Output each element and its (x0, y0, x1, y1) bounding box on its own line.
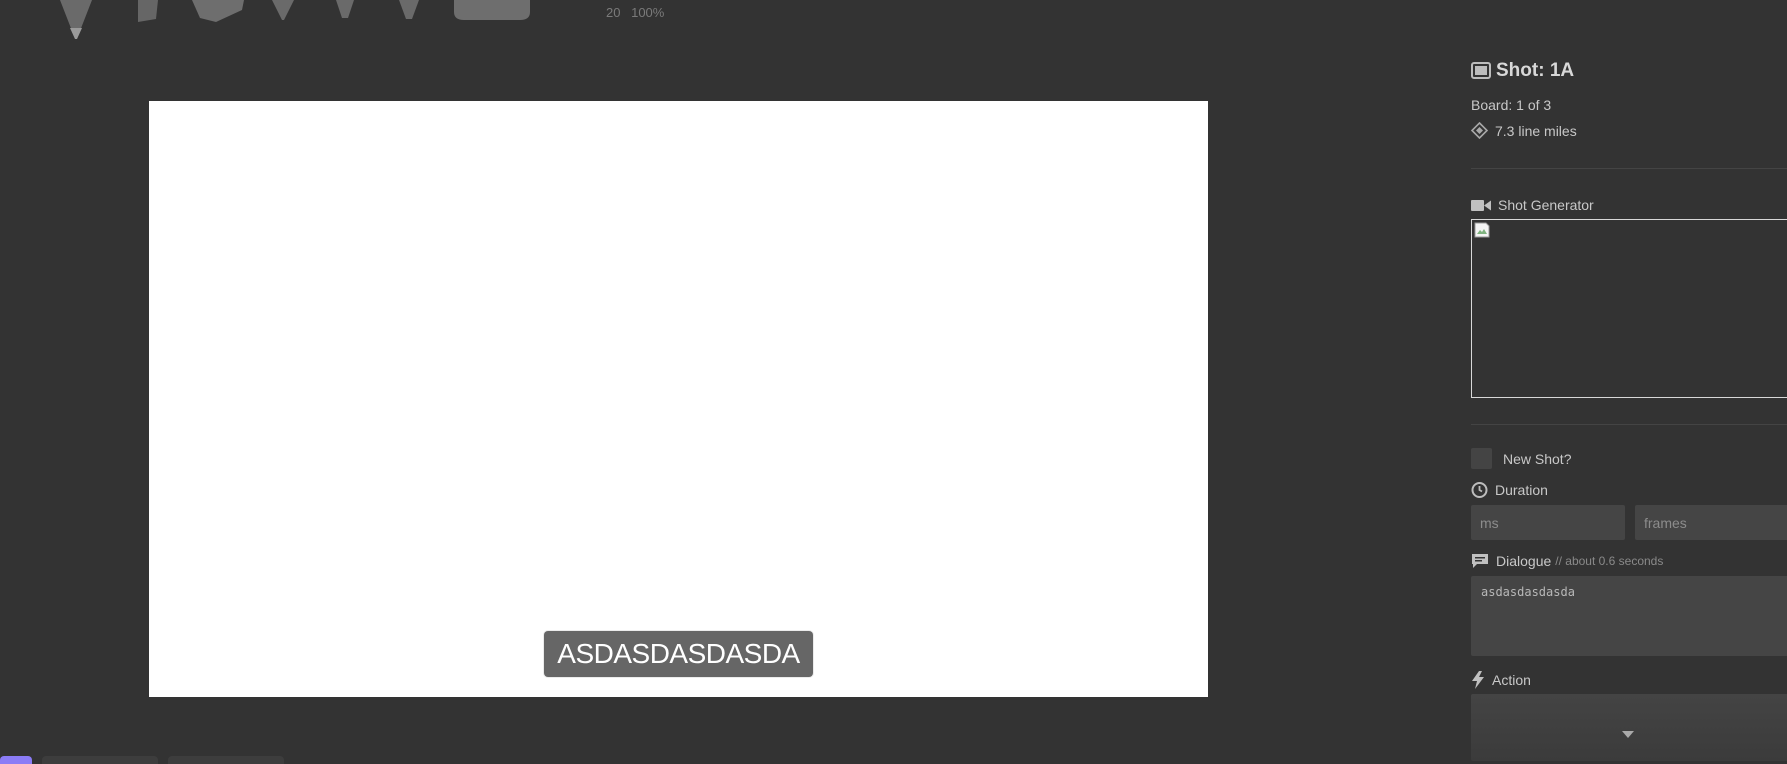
clock-icon (1471, 482, 1488, 498)
shot-generator-label-text: Shot Generator (1498, 197, 1594, 213)
divider (1471, 424, 1787, 425)
new-shot-label: New Shot? (1503, 450, 1572, 467)
duration-ms-input[interactable] (1471, 505, 1625, 540)
tab[interactable] (168, 756, 284, 764)
new-shot-checkbox[interactable] (1471, 448, 1492, 469)
divider (1471, 168, 1787, 169)
diamond-icon (1471, 122, 1488, 139)
board-counter: Board: 1 of 3 (1471, 97, 1552, 113)
video-camera-icon (1471, 199, 1491, 211)
monitor-icon (1471, 62, 1491, 79)
pen-tool-icon[interactable] (268, 0, 298, 24)
brush-tool-icon[interactable] (333, 0, 357, 24)
speech-bubble-icon (1472, 554, 1488, 568)
dialogue-duration-hint: // about 0.6 seconds (1555, 554, 1664, 568)
dialogue-input[interactable]: asdasdasdasda (1471, 576, 1787, 656)
brush-size[interactable]: 20 (606, 5, 620, 20)
dialogue-label: Dialogue // about 0.6 seconds (1471, 553, 1663, 569)
fine-brush-tool-icon[interactable] (396, 0, 422, 24)
shot-title: Shot: 1A (1471, 60, 1574, 82)
action-label: Action (1471, 671, 1531, 689)
shot-generator-preview[interactable] (1471, 219, 1787, 398)
tab[interactable] (42, 756, 158, 764)
action-input[interactable] (1471, 694, 1787, 761)
chisel-tool-icon[interactable] (190, 0, 246, 24)
shot-title-text: Shot: 1A (1496, 60, 1575, 81)
shot-generator-label: Shot Generator (1471, 197, 1594, 213)
line-miles-text: 7.3 line miles (1495, 122, 1577, 139)
pencil-tool-icon[interactable] (58, 0, 94, 42)
shot-panel: Shot: 1A Board: 1 of 3 7.3 line miles Sh… (1471, 0, 1787, 761)
lightning-icon (1472, 671, 1484, 689)
duration-frames-input[interactable] (1635, 505, 1787, 540)
broken-image-icon (1474, 222, 1490, 238)
brush-info: 20 100% (606, 5, 671, 20)
duration-label: Duration (1471, 481, 1548, 498)
duration-label-text: Duration (1495, 481, 1548, 498)
brush-opacity[interactable]: 100% (631, 5, 664, 20)
dialogue-caption: ASDASDASDASDA (544, 631, 813, 677)
marker-tool-icon[interactable] (134, 0, 160, 24)
chevron-down-icon[interactable] (1622, 731, 1634, 738)
action-label-text: Action (1492, 672, 1531, 688)
drawing-canvas[interactable] (149, 101, 1208, 697)
dialogue-label-text: Dialogue (1496, 553, 1552, 569)
new-shot-toggle[interactable]: New Shot? (1471, 448, 1571, 469)
toolbar: 20 100% (0, 0, 700, 45)
line-miles: 7.3 line miles (1471, 122, 1577, 139)
eraser-tool-icon[interactable] (450, 0, 534, 24)
active-tab[interactable] (0, 756, 32, 764)
